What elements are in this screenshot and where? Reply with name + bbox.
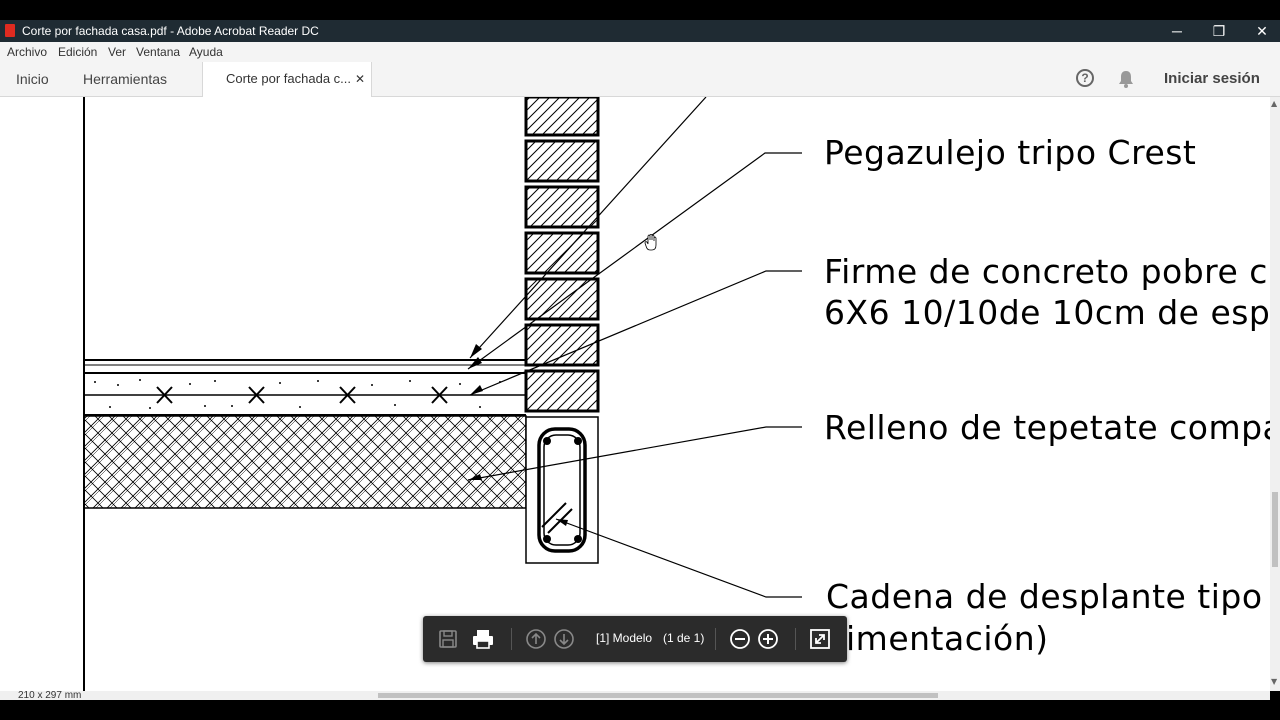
menu-ver[interactable]: Ver <box>108 45 126 59</box>
close-tab-icon[interactable]: ✕ <box>355 62 365 96</box>
bell-icon[interactable] <box>1117 69 1135 89</box>
vertical-scroll-thumb[interactable] <box>1272 492 1278 567</box>
minimize-button[interactable]: ─ <box>1157 21 1197 41</box>
close-window-button[interactable]: ✕ <box>1242 21 1280 41</box>
document-view[interactable]: Pegazulejo tripo Crest Firme de concreto… <box>0 97 1270 691</box>
label-cadena: Cadena de desplante tipo <box>826 577 1263 616</box>
horizontal-scrollbar[interactable] <box>0 691 1270 700</box>
menu-ayuda[interactable]: Ayuda <box>189 45 223 59</box>
brick-column <box>524 97 600 413</box>
menu-bar: Archivo Edición Ver Ventana Ayuda <box>0 42 1280 63</box>
compacted-fill <box>83 415 527 509</box>
label-firme-concreto: Firme de concreto pobre c <box>824 252 1268 291</box>
floor-layers <box>84 359 526 416</box>
hand-cursor-icon <box>644 234 657 251</box>
leader-lines <box>467 97 802 598</box>
page-count: (1 de 1) <box>663 631 705 645</box>
window-title: Corte por fachada casa.pdf - Adobe Acrob… <box>22 24 319 38</box>
toolbar-separator <box>511 628 512 650</box>
tab-document[interactable]: Corte por fachada c... ✕ <box>202 62 372 97</box>
save-icon[interactable] <box>436 627 460 651</box>
scroll-up-icon[interactable]: ▲ <box>1271 99 1277 108</box>
menu-ventana[interactable]: Ventana <box>136 45 180 59</box>
pdf-icon <box>5 24 15 37</box>
menu-edicion[interactable]: Edición <box>58 45 97 59</box>
label-pegazulejo: Pegazulejo tripo Crest <box>824 133 1197 172</box>
restore-button[interactable]: ❐ <box>1199 21 1239 41</box>
vertical-scrollbar[interactable]: ▲ ▼ <box>1270 97 1280 691</box>
zoom-out-icon[interactable] <box>728 627 752 651</box>
scroll-down-icon[interactable]: ▼ <box>1271 677 1277 686</box>
print-icon[interactable] <box>471 627 495 651</box>
tab-bar: Inicio Herramientas Corte por fachada c.… <box>0 62 1280 97</box>
label-cimentacion: imentación) <box>846 619 1049 658</box>
foundation-beam <box>525 416 599 564</box>
label-relleno: Relleno de tepetate compa <box>824 408 1270 447</box>
tab-document-label: Corte por fachada c... <box>226 71 352 86</box>
help-icon[interactable]: ? <box>1076 69 1094 87</box>
signin-button[interactable]: Iniciar sesión <box>1164 62 1260 96</box>
toolbar-separator <box>715 628 716 650</box>
floating-toolbar: [1] Modelo (1 de 1) <box>423 616 847 662</box>
tab-inicio[interactable]: Inicio <box>16 62 49 96</box>
zoom-in-icon[interactable] <box>756 627 780 651</box>
toolbar-separator <box>795 628 796 650</box>
prev-page-icon[interactable] <box>524 627 548 651</box>
tab-herramientas[interactable]: Herramientas <box>83 62 167 96</box>
page-label[interactable]: [1] Modelo <box>596 631 652 645</box>
title-bar: Corte por fachada casa.pdf - Adobe Acrob… <box>0 20 1280 42</box>
fit-page-icon[interactable] <box>808 627 832 651</box>
horizontal-scroll-thumb[interactable] <box>378 693 938 698</box>
menu-archivo[interactable]: Archivo <box>7 45 47 59</box>
next-page-icon[interactable] <box>552 627 576 651</box>
bottom-edge <box>0 700 1280 720</box>
label-malla: 6X6 10/10de 10cm de espe <box>824 293 1270 332</box>
